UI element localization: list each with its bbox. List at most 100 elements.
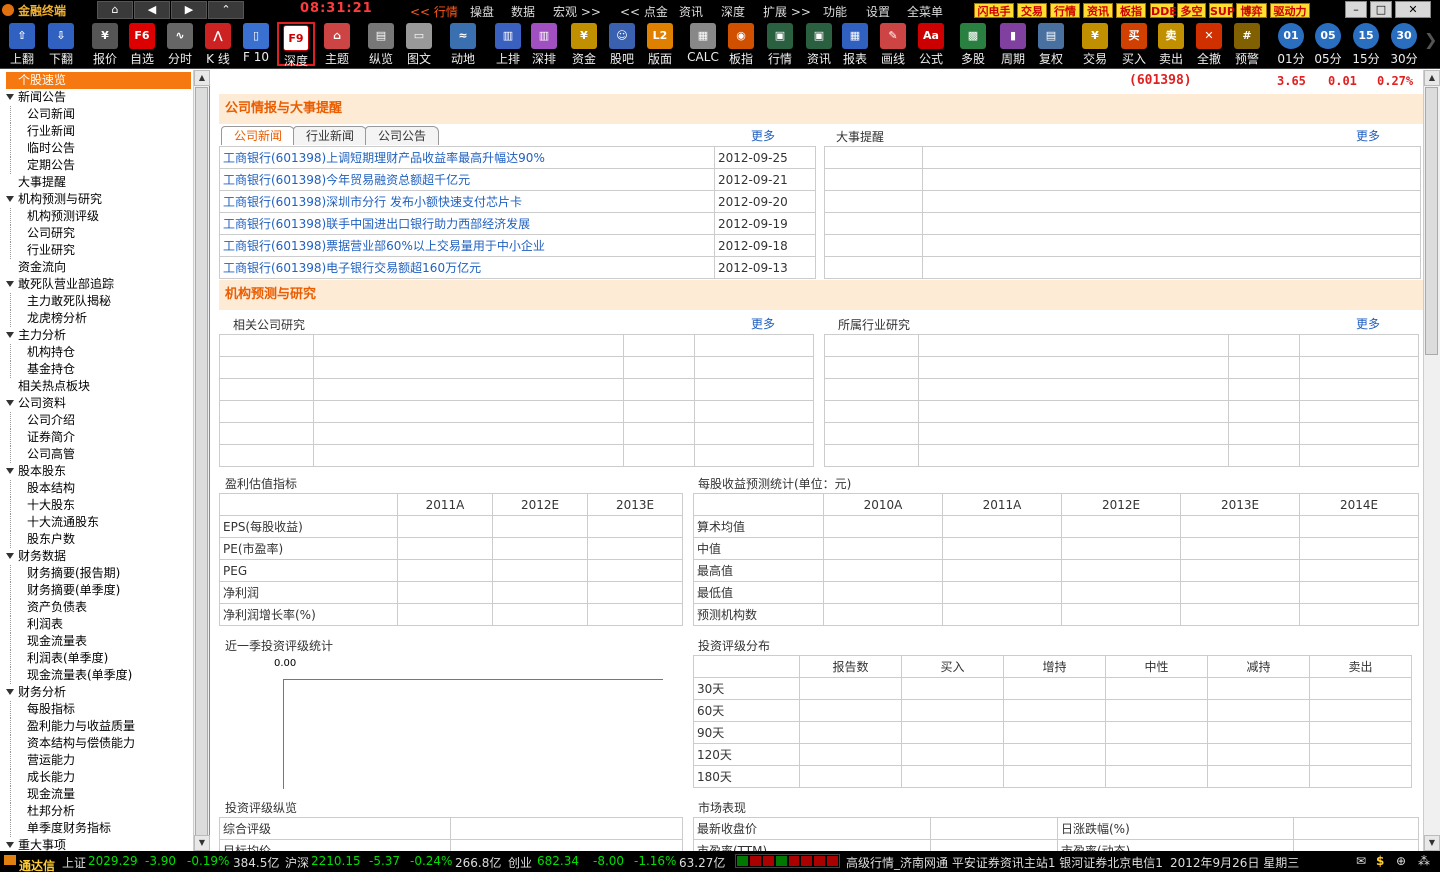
news-title-link[interactable]: 工商银行(601398)联手中国进出口银行助力西部经济发展	[219, 212, 715, 235]
badge-9[interactable]: 驱动力	[1270, 3, 1310, 18]
main-scrollbar[interactable]: ▲ ▼	[1423, 70, 1440, 851]
toolbar-button-31[interactable]: # 预警	[1228, 22, 1266, 66]
toolbar-button-34[interactable]: 15 15分	[1347, 22, 1385, 66]
events-more-link[interactable]: 更多	[1356, 127, 1380, 144]
expand-toggle-icon[interactable]	[6, 689, 14, 695]
toolbar-button-26[interactable]: ▤ 复权	[1032, 22, 1070, 66]
collapse-button[interactable]: ⌃	[208, 1, 244, 19]
tree-item[interactable]: 基金持仓	[0, 361, 193, 378]
signal-icon[interactable]: ⁂	[1418, 854, 1430, 868]
toolbar-button-15[interactable]: ☺ 股吧	[603, 22, 641, 66]
tree-item[interactable]: 十大流通股东	[0, 514, 193, 531]
toolbar-button-22[interactable]: ✎ 画线	[874, 22, 912, 66]
tab-company-announcements[interactable]: 公司公告	[365, 126, 440, 145]
expand-toggle-icon[interactable]	[6, 842, 14, 848]
tree-item[interactable]: 大事提醒	[0, 174, 193, 191]
menu-item-5[interactable]: 资讯	[679, 3, 703, 20]
menu-item-1[interactable]: 操盘	[470, 3, 494, 20]
toolbar-button-6[interactable]: ▯ F 10	[237, 22, 275, 66]
toolbar-button-11[interactable]: ≈ 动地	[444, 22, 482, 66]
badge-1[interactable]: 交易	[1017, 3, 1047, 18]
menu-item-3[interactable]: 宏观 >>	[553, 3, 601, 20]
tree-item[interactable]: 资金流向	[0, 259, 193, 276]
tree-item[interactable]: 公司介绍	[0, 412, 193, 429]
tree-item[interactable]: 公司新闻	[0, 106, 193, 123]
news-title-link[interactable]: 工商银行(601398)上调短期理财产品收益率最高升幅达90%	[219, 146, 715, 169]
toolbar-button-35[interactable]: 30 30分	[1385, 22, 1423, 66]
tree-item[interactable]: 财务分析	[0, 684, 193, 701]
toolbar-button-8[interactable]: ⌂ 主题	[318, 22, 356, 66]
toolbar-button-10[interactable]: ▭ 图文	[400, 22, 438, 66]
menu-item-8[interactable]: 功能	[823, 3, 847, 20]
scroll-down-icon[interactable]: ▼	[194, 835, 210, 851]
tree-item[interactable]: 财务摘要(报告期)	[0, 565, 193, 582]
toolbar-button-33[interactable]: 05 05分	[1309, 22, 1347, 66]
tree-item[interactable]: 现金流量表	[0, 633, 193, 650]
tree-item[interactable]: 新闻公告	[0, 89, 193, 106]
tree-item[interactable]: 营运能力	[0, 752, 193, 769]
company-research-more-link[interactable]: 更多	[751, 315, 775, 332]
expand-toggle-icon[interactable]	[6, 94, 14, 100]
tree-item[interactable]: 重大事项	[0, 837, 193, 851]
tree-item[interactable]: 杜邦分析	[0, 803, 193, 820]
toolbar-button-14[interactable]: ¥ 资金	[565, 22, 603, 66]
badge-4[interactable]: 板指	[1116, 3, 1146, 18]
toolbar-button-28[interactable]: 买买入	[1115, 22, 1153, 66]
toolbar-button-27[interactable]: ¥ 交易	[1076, 22, 1114, 66]
network-icon[interactable]: ⊕	[1396, 854, 1406, 868]
tree-item[interactable]: 资产负债表	[0, 599, 193, 616]
tree-item[interactable]: 现金流量	[0, 786, 193, 803]
badge-7[interactable]: SUP	[1209, 3, 1235, 18]
toolbar-button-25[interactable]: ▮ 周期	[994, 22, 1032, 66]
toolbar-button-9[interactable]: ▤ 纵览	[362, 22, 400, 66]
news-more-link[interactable]: 更多	[751, 127, 775, 144]
toolbar-button-18[interactable]: ◉ 板指	[722, 22, 760, 66]
toolbar-button-2[interactable]: ¥ 报价	[86, 22, 124, 66]
tree-item[interactable]: 盈利能力与收益质量	[0, 718, 193, 735]
cy-label[interactable]: 创业	[508, 854, 532, 871]
toolbar-button-16[interactable]: L2 版面	[641, 22, 679, 66]
tab-company-news[interactable]: 公司新闻	[221, 126, 296, 145]
mail-icon[interactable]: ✉	[1356, 854, 1366, 868]
menu-item-9[interactable]: 设置	[866, 3, 890, 20]
menu-item-0[interactable]: << 行情	[410, 3, 458, 20]
badge-6[interactable]: 多空	[1177, 3, 1206, 18]
toolbar-button-4[interactable]: ∿ 分时	[161, 22, 199, 66]
tree-item[interactable]: 财务数据	[0, 548, 193, 565]
toolbar-button-7[interactable]: F9 深度	[277, 22, 315, 68]
tree-item[interactable]: 临时公告	[0, 140, 193, 157]
back-button[interactable]: ◀	[134, 1, 170, 19]
menu-item-7[interactable]: 扩展 >>	[763, 3, 811, 20]
tree-item[interactable]: 利润表	[0, 616, 193, 633]
tree-item[interactable]: 股东户数	[0, 531, 193, 548]
scroll-up-icon[interactable]: ▲	[194, 70, 210, 86]
toolbar-button-3[interactable]: F6 自选	[123, 22, 161, 66]
tree-item[interactable]: 主力分析	[0, 327, 193, 344]
tree-item[interactable]: 财务摘要(单季度)	[0, 582, 193, 599]
news-title-link[interactable]: 工商银行(601398)电子银行交易额超160万亿元	[219, 256, 715, 279]
tree-item[interactable]: 利润表(单季度)	[0, 650, 193, 667]
hs-label[interactable]: 沪深	[285, 854, 309, 871]
toolbar-button-19[interactable]: ▣ 行情	[761, 22, 799, 66]
toolbar-button-21[interactable]: ▦ 报表	[836, 22, 874, 66]
tree-item[interactable]: 现金流量表(单季度)	[0, 667, 193, 684]
news-title-link[interactable]: 工商银行(601398)票据营业部60%以上交易量用于中小企业	[219, 234, 715, 257]
badge-5[interactable]: DDE	[1150, 3, 1177, 18]
left-scrollbar[interactable]: ▲ ▼	[193, 70, 210, 851]
forward-button[interactable]: ▶	[171, 1, 207, 19]
minimize-button[interactable]: –	[1345, 1, 1367, 18]
tree-item[interactable]: 股本结构	[0, 480, 193, 497]
tree-item[interactable]: 公司资料	[0, 395, 193, 412]
expand-toggle-icon[interactable]	[6, 400, 14, 406]
expand-toggle-icon[interactable]	[6, 468, 14, 474]
tree-item[interactable]: 机构预测与研究	[0, 191, 193, 208]
tree-item[interactable]: 行业新闻	[0, 123, 193, 140]
badge-8[interactable]: 博弈	[1236, 3, 1267, 18]
expand-toggle-icon[interactable]	[6, 332, 14, 338]
expand-toggle-icon[interactable]	[6, 196, 14, 202]
menu-item-10[interactable]: 全菜单	[907, 3, 943, 20]
tree-item[interactable]: 行业研究	[0, 242, 193, 259]
scroll-thumb[interactable]	[195, 87, 208, 837]
menu-item-6[interactable]: 深度	[721, 3, 745, 20]
tree-item[interactable]: 敢死队营业部追踪	[0, 276, 193, 293]
